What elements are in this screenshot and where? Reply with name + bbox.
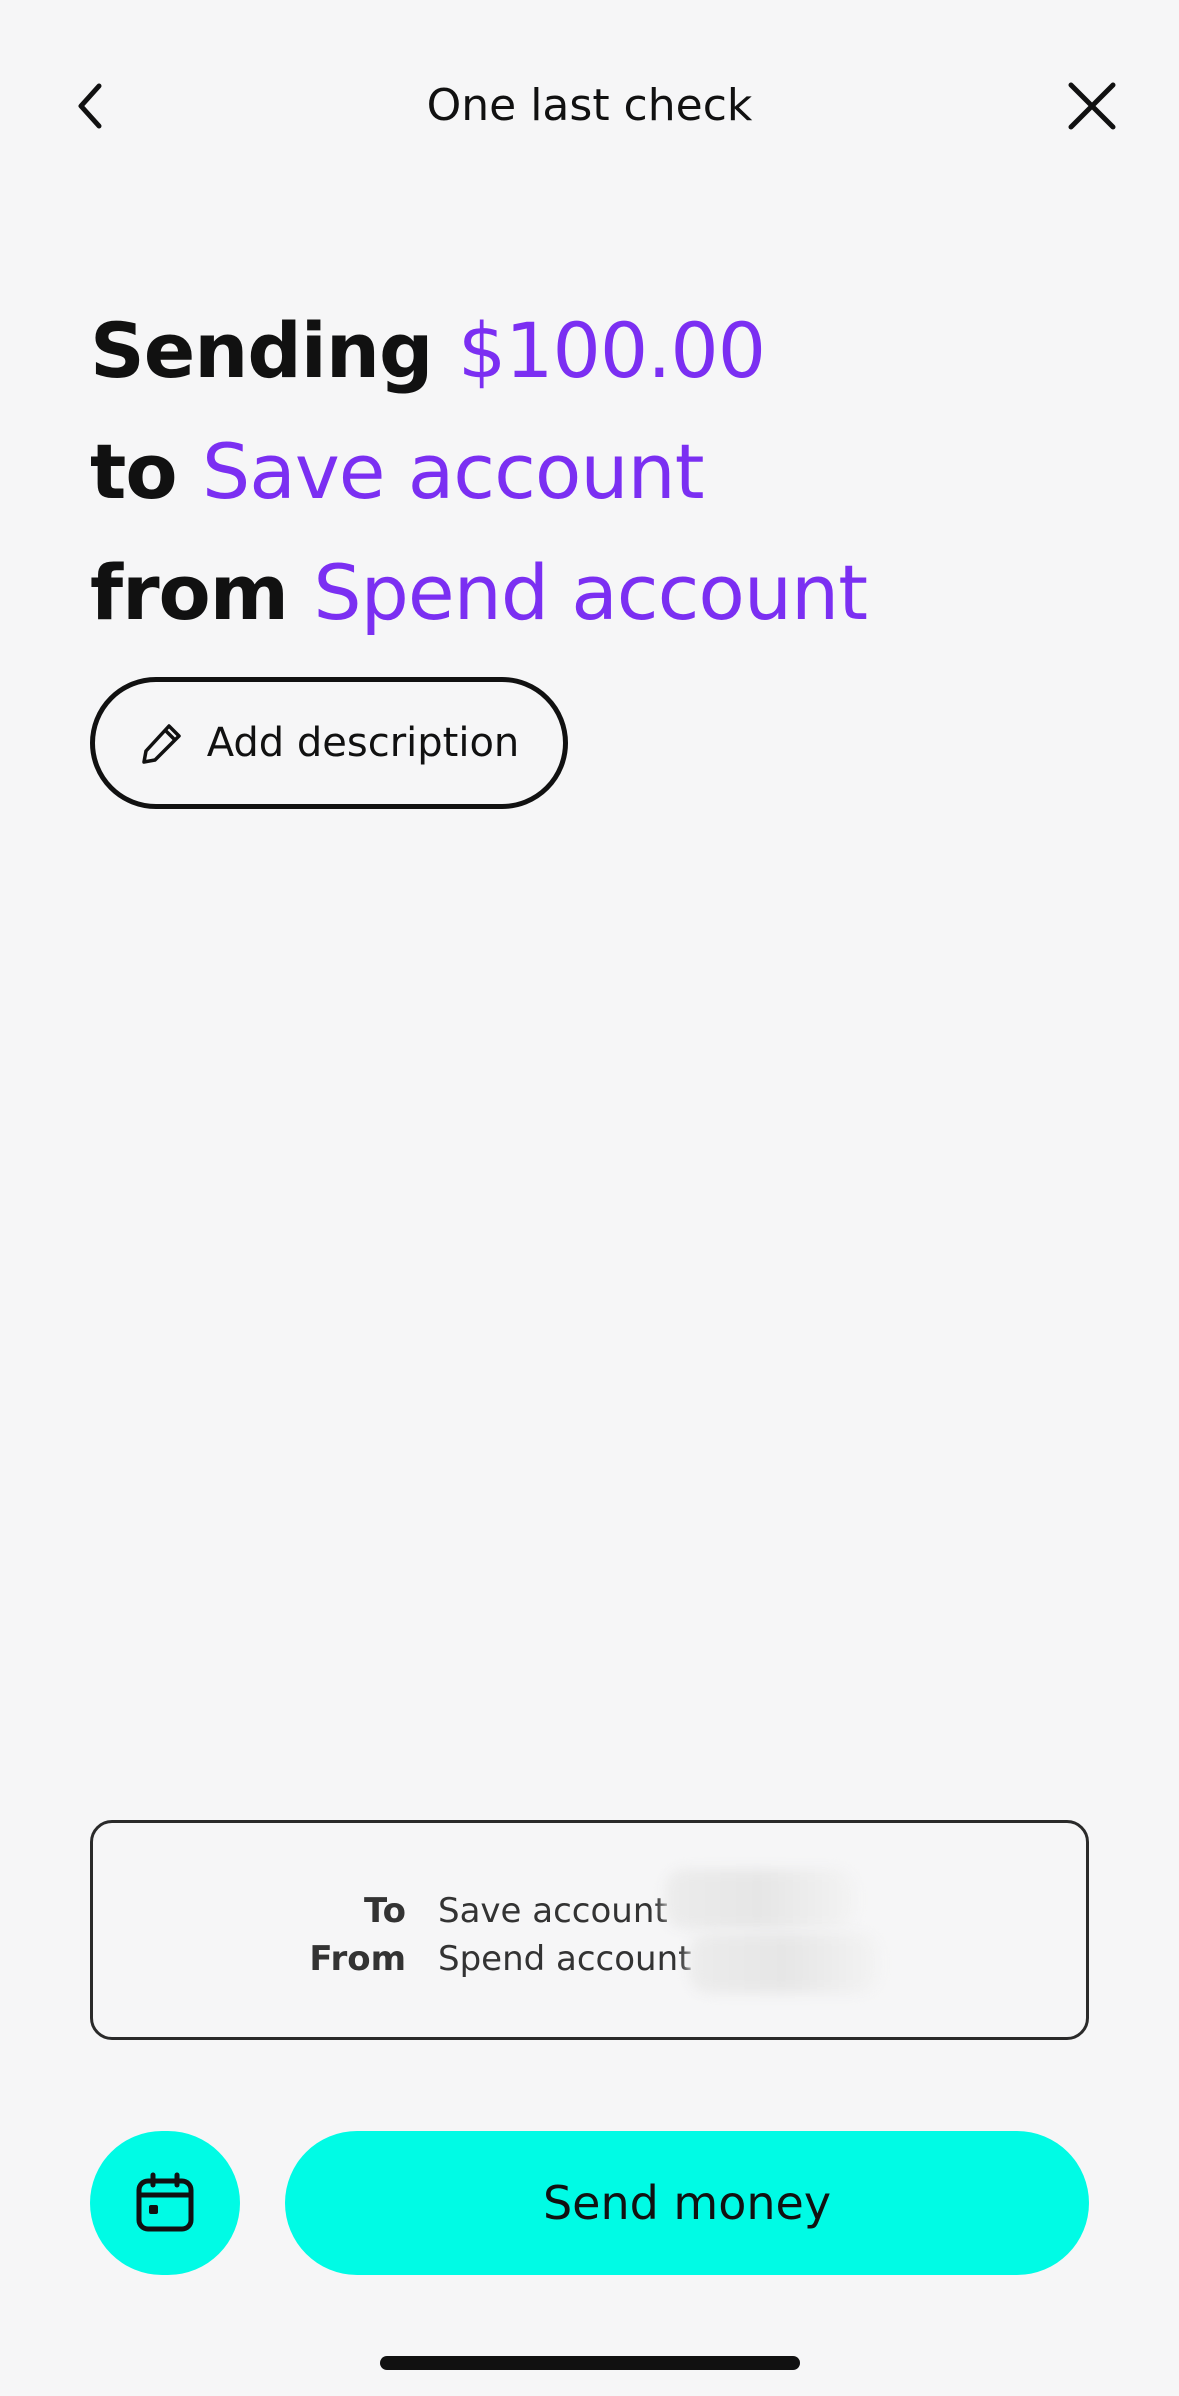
headline-to-line: to Save account — [90, 411, 1090, 532]
header: One last check — [0, 0, 1179, 215]
add-description-label: Add description — [206, 720, 520, 766]
close-button[interactable] — [1052, 66, 1132, 146]
page-title: One last check — [426, 80, 753, 131]
from-word: from — [90, 548, 289, 637]
transfer-details-card: To Save account From Spend account — [90, 1820, 1089, 2040]
add-description-button[interactable]: Add description — [90, 677, 568, 809]
sending-word: Sending — [90, 306, 433, 395]
redacted-account-number — [665, 1869, 855, 1929]
close-icon — [1068, 82, 1116, 130]
from-account-name: Spend account — [313, 548, 868, 637]
calendar-icon — [136, 2172, 194, 2232]
to-word: to — [90, 427, 178, 516]
to-value: Save account — [438, 1891, 668, 1931]
to-label: To — [363, 1891, 406, 1931]
from-label: From — [309, 1939, 406, 1979]
to-row: To Save account — [93, 1887, 1086, 1935]
to-account-name: Save account — [202, 427, 704, 516]
pencil-icon — [141, 724, 181, 764]
headline-amount-line: Sending $100.00 — [90, 290, 1090, 411]
schedule-button[interactable] — [90, 2131, 240, 2275]
send-money-button[interactable]: Send money — [285, 2131, 1089, 2275]
transfer-summary-headline: Sending $100.00 to Save account from Spe… — [90, 290, 1090, 653]
amount-value: $100.00 — [457, 306, 766, 395]
headline-from-line: from Spend account — [90, 532, 1090, 653]
redacted-account-number — [689, 1933, 879, 1993]
from-row: From Spend account — [93, 1935, 1086, 1983]
home-indicator — [380, 2356, 800, 2370]
from-value: Spend account — [438, 1939, 692, 1979]
